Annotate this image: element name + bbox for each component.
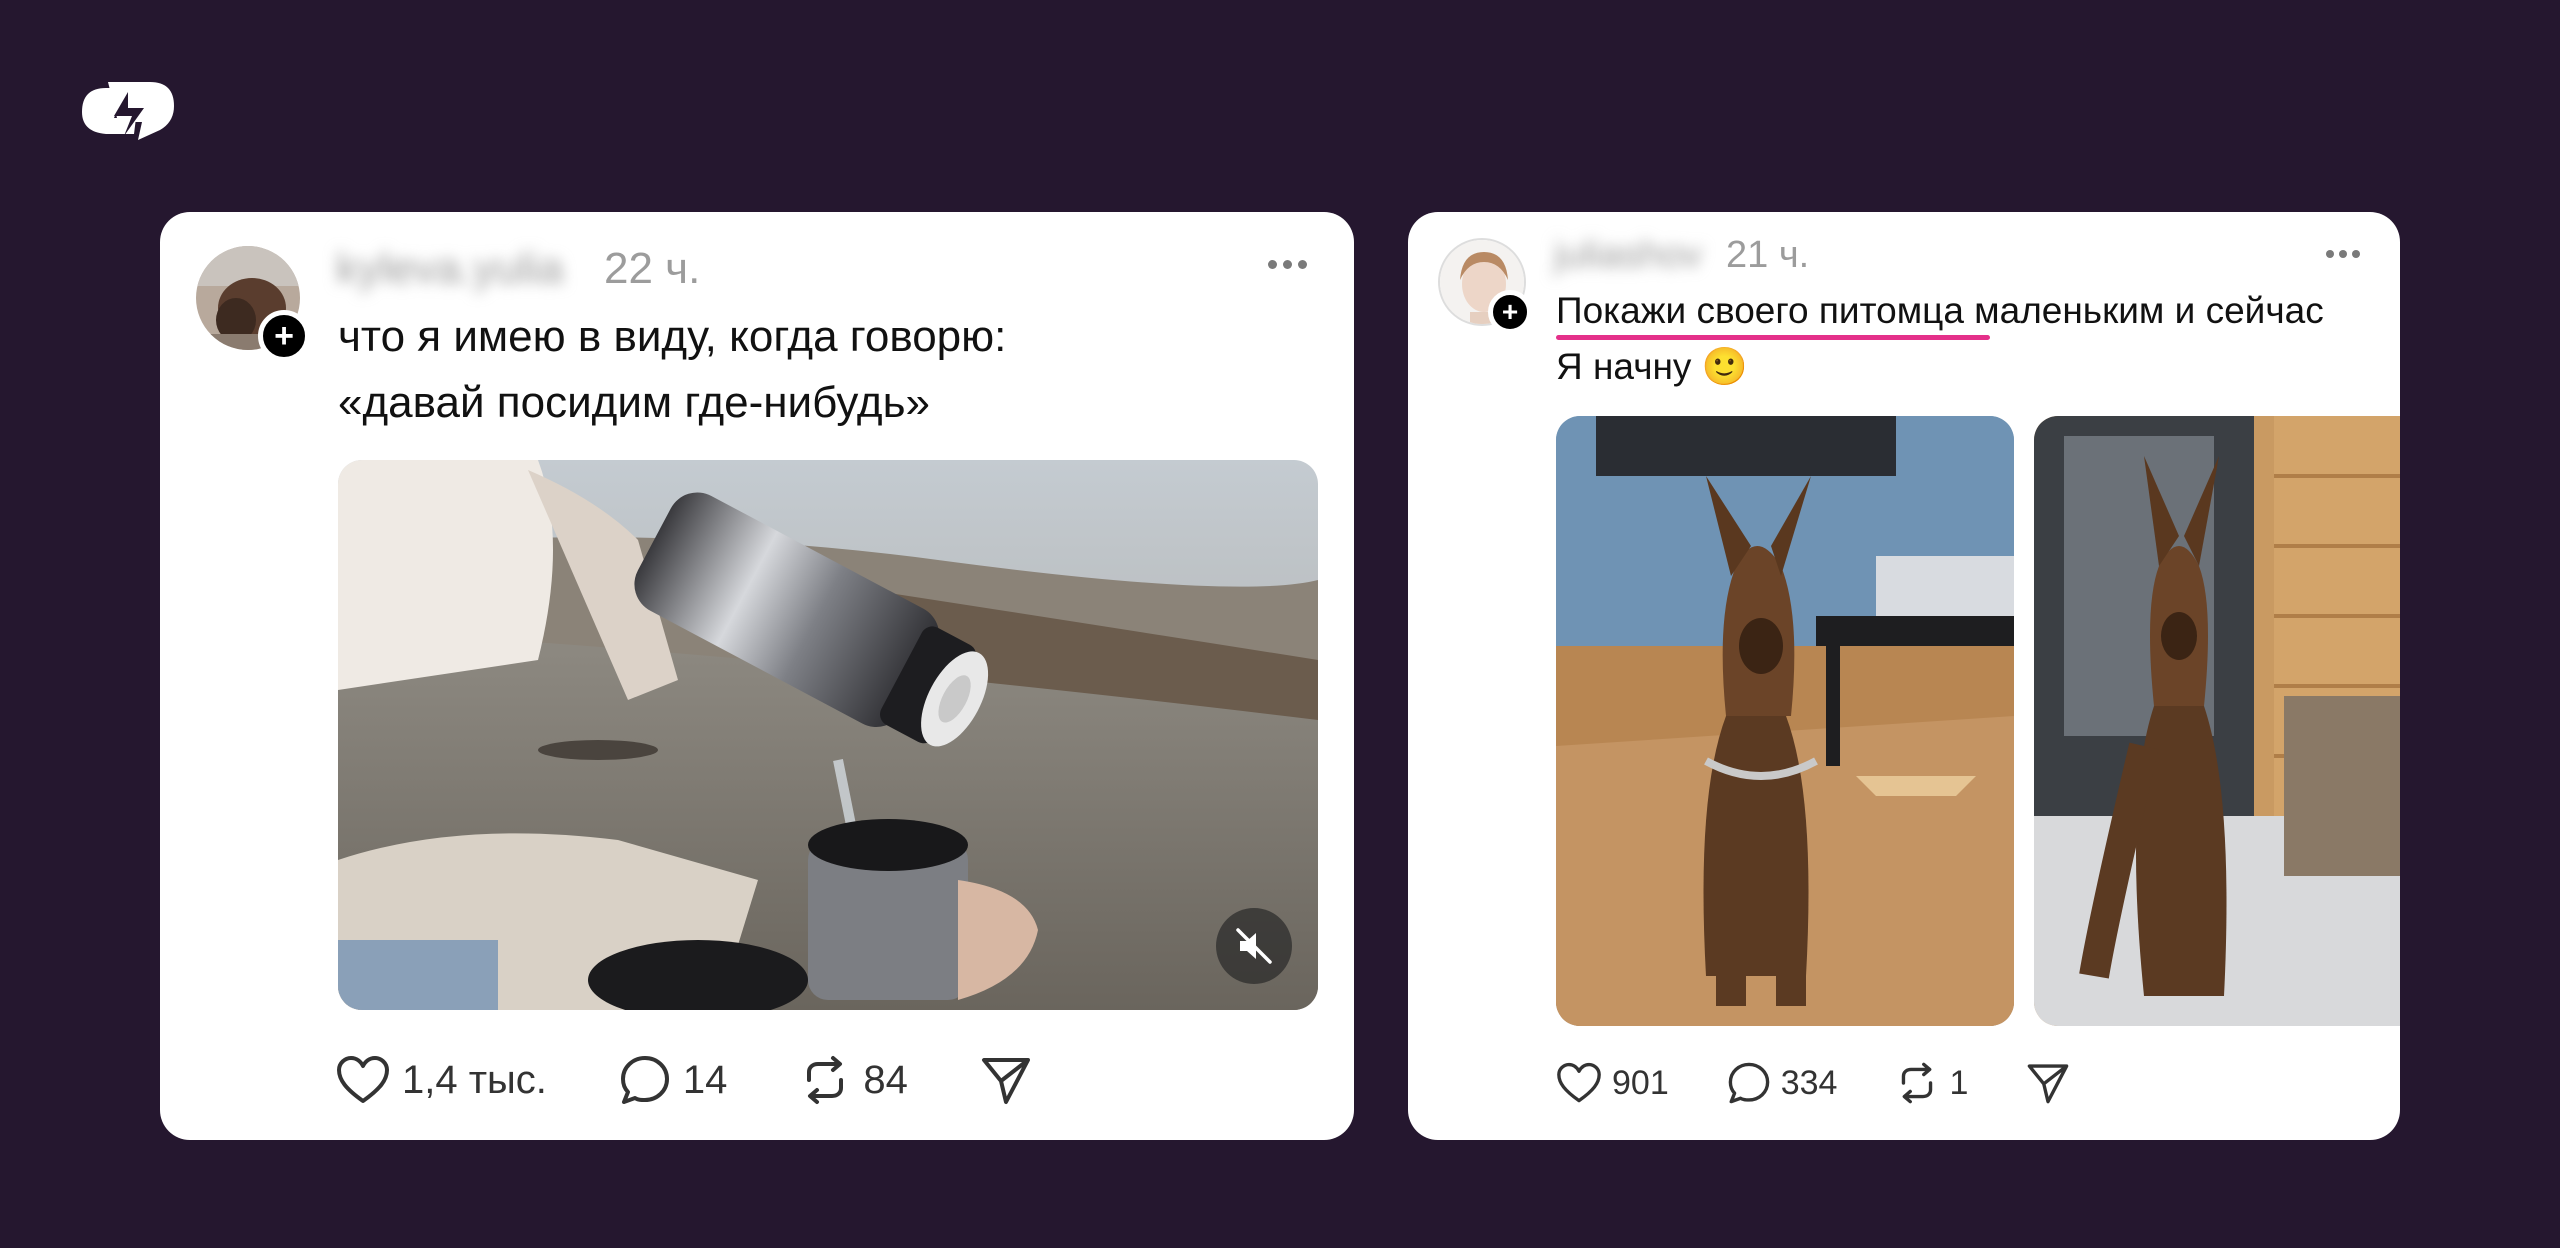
pet-photo-2[interactable] <box>2034 416 2400 1026</box>
comment-count: 334 <box>1780 1063 1838 1102</box>
post-text-line-2: «давай посидим где-нибудь» <box>338 378 930 427</box>
post-text-line-1: Покажи своего питомца маленьким и сейчас <box>1556 290 2324 331</box>
like-count: 901 <box>1612 1063 1669 1102</box>
repost-button[interactable]: 84 <box>799 1054 908 1106</box>
comment-button[interactable]: 334 <box>1727 1061 1838 1105</box>
send-icon <box>2028 1064 2069 1104</box>
comment-bubble-icon <box>620 1056 669 1104</box>
post-card-1: + kyleva.yulia 22 ч. что я имею в виду, … <box>160 212 1354 1140</box>
post-actions: 1,4 тыс. 14 84 <box>336 1050 1032 1110</box>
username[interactable]: kyleva.yulia <box>336 244 563 294</box>
heart-icon <box>1557 1062 1601 1103</box>
post-text-line-2: Я начну 🙂 <box>1556 346 1748 387</box>
mute-icon[interactable] <box>1216 908 1292 984</box>
like-button[interactable]: 901 <box>1556 1062 1669 1104</box>
more-options-icon[interactable] <box>1268 260 1307 269</box>
heart-icon <box>337 1056 389 1103</box>
follow-plus-button[interactable]: + <box>1488 290 1532 334</box>
post-text-line-1: что я имею в виду, когда говорю: <box>338 312 1007 361</box>
post-time: 22 ч. <box>604 244 701 293</box>
comment-count: 14 <box>682 1057 728 1102</box>
like-button[interactable]: 1,4 тыс. <box>336 1055 547 1105</box>
comment-bubble-icon <box>1728 1062 1770 1104</box>
post-video[interactable] <box>338 460 1318 1010</box>
post-card-2: + juliashov 21 ч. Покажи своего питомца … <box>1408 212 2400 1140</box>
comment-button[interactable]: 14 <box>619 1054 728 1106</box>
repost-icon <box>1902 1062 1933 1104</box>
username[interactable]: juliashov <box>1554 234 1702 277</box>
post-actions: 901 334 1 <box>1556 1058 2070 1108</box>
repost-icon <box>807 1056 844 1104</box>
follow-plus-button[interactable]: + <box>258 310 310 362</box>
pet-photo-1[interactable] <box>1556 416 2014 1026</box>
share-button[interactable] <box>980 1054 1032 1106</box>
more-options-icon[interactable] <box>2326 250 2360 258</box>
repost-count: 1 <box>1949 1063 1969 1102</box>
send-icon <box>981 1058 1030 1104</box>
like-count: 1,4 тыс. <box>402 1057 547 1102</box>
share-button[interactable] <box>2026 1061 2070 1105</box>
post-time: 21 ч. <box>1726 234 1810 276</box>
app-logo-icon <box>78 78 178 144</box>
repost-button[interactable]: 1 <box>1895 1061 1968 1105</box>
highlight-underline <box>1556 335 1990 340</box>
repost-count: 84 <box>863 1057 908 1102</box>
